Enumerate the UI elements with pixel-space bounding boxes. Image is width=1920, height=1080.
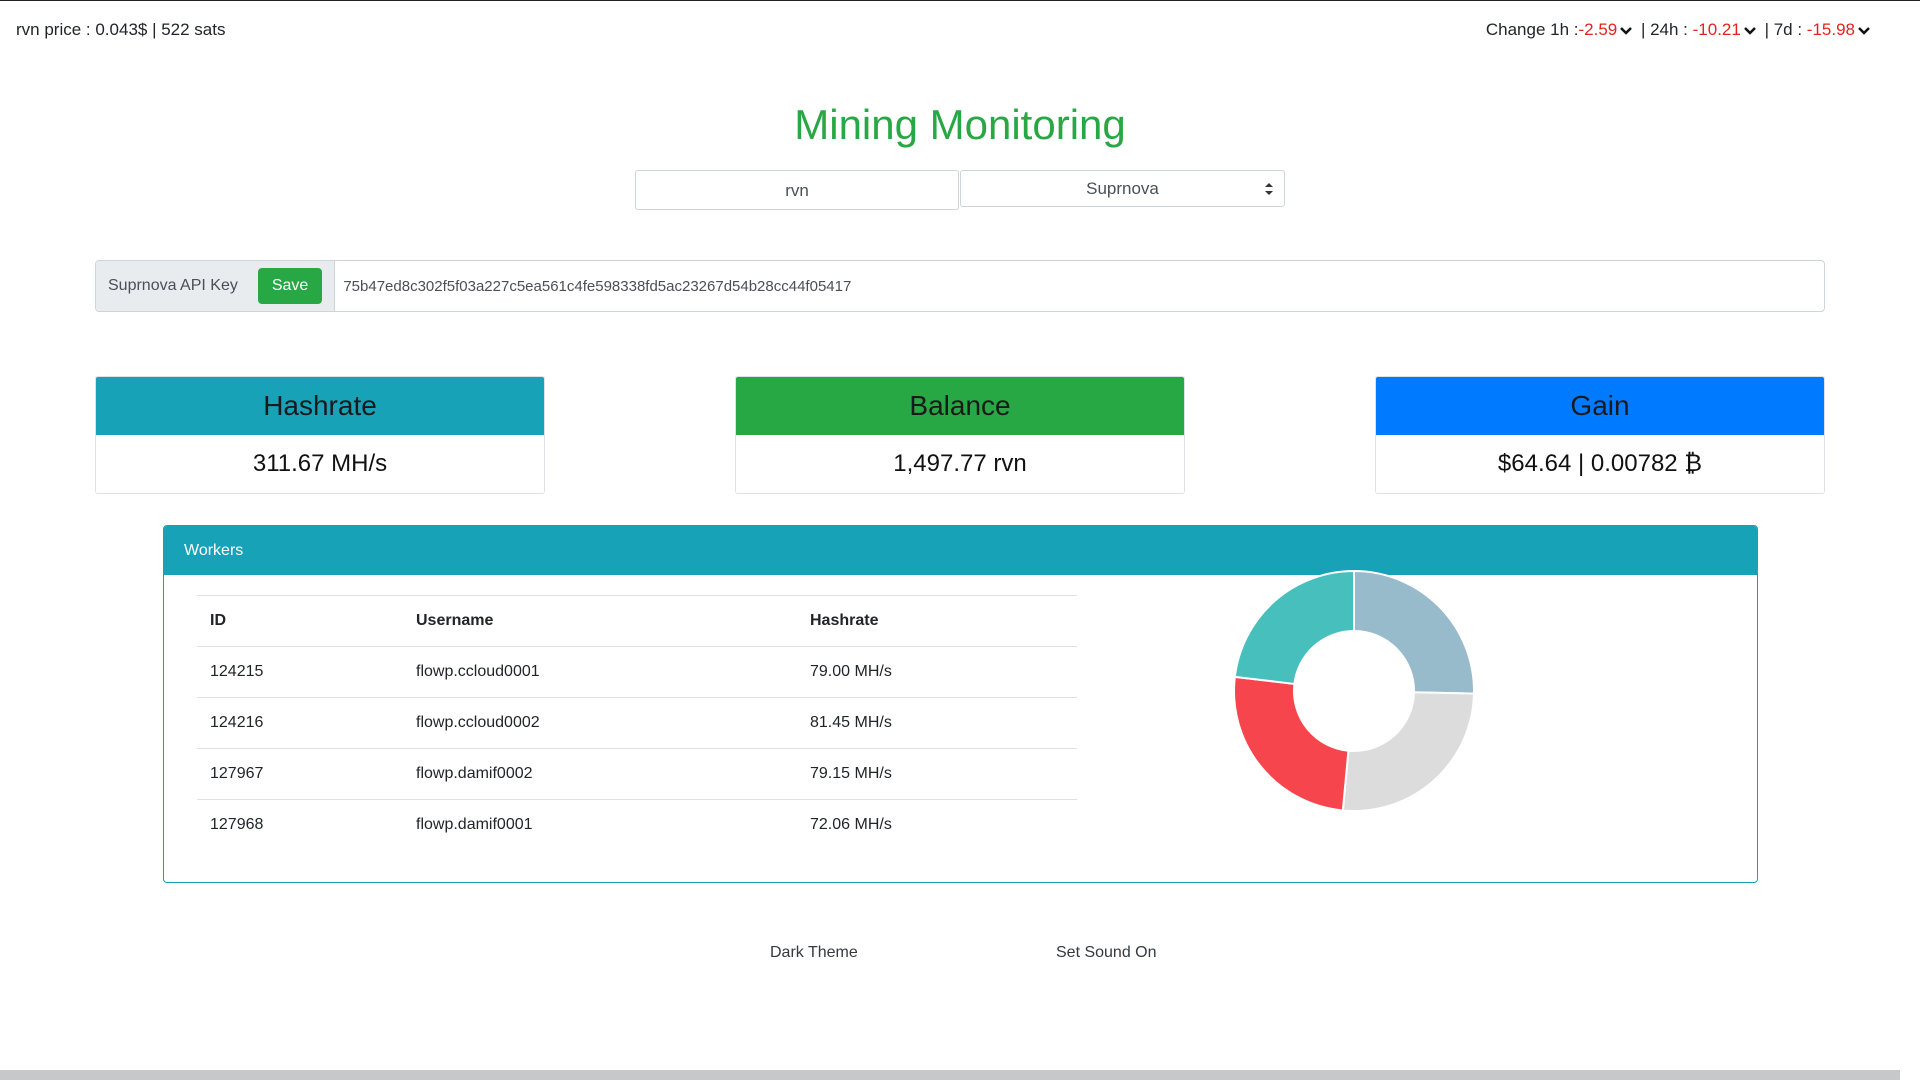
balance-card: Balance 1,497.77 rvn [735,376,1185,494]
workers-header: Workers [164,526,1757,575]
gain-card-value: $64.64 | 0.00782 ₿ [1376,435,1824,493]
api-key-label: Suprnova API Key [108,277,238,294]
gain-card: Gain $64.64 | 0.00782 ₿ [1375,376,1825,494]
hashrate-card-title: Hashrate [96,377,544,435]
worker-id: 127968 [197,799,403,850]
api-key-group: Suprnova API Key Save 75b47ed8c302f5f03a… [95,260,1825,312]
worker-hashrate: 79.00 MH/s [797,646,1077,698]
sound-toggle[interactable]: Set Sound On [1056,944,1157,962]
page-title: Mining Monitoring [794,101,1126,148]
price-text: rvn price : 0.043$ | 522 sats [16,20,226,39]
workers-table: ID Username Hashrate 124215 flowp.ccloud… [197,595,1077,850]
balance-card-title: Balance [736,377,1184,435]
table-header-row: ID Username Hashrate [197,595,1077,647]
workers-donut-chart[interactable] [1224,561,1484,821]
save-button[interactable]: Save [257,268,323,304]
gain-card-title: Gain [1376,377,1824,435]
donut-slice[interactable] [1353,569,1475,695]
hashrate-card-value: 311.67 MH/s [96,435,544,493]
change-label: Change 1h : [1485,20,1579,39]
workers-panel: Workers ID Username Hashrate 124215 flow… [163,525,1758,883]
worker-hashrate: 79.15 MH/s [797,748,1077,800]
change-7d-label: | 7d : [1759,20,1807,39]
worker-username: flowp.damif0002 [403,748,797,800]
top-bar: rvn price : 0.043$ | 522 sats Change 1h … [16,20,1874,44]
chevron-down-icon[interactable] [1742,22,1758,38]
coin-input[interactable]: rvn [635,170,959,210]
api-key-input[interactable]: 75b47ed8c302f5f03a227c5ea561c4fe598338fd… [335,261,1824,311]
change-24h-label: | 24h : [1636,20,1693,39]
table-row: 127968 flowp.damif0001 72.06 MH/s [197,799,1077,850]
change-7d-value: -15.98 [1806,20,1855,39]
balance-card-value: 1,497.77 rvn [736,435,1184,493]
worker-username: flowp.damif0001 [403,799,797,850]
chevron-down-icon[interactable] [1618,22,1634,38]
worker-hashrate: 81.45 MH/s [797,697,1077,749]
column-header-username: Username [403,595,797,647]
column-header-id: ID [197,595,403,647]
table-row: 124215 flowp.ccloud0001 79.00 MH/s [197,646,1077,698]
dark-theme-toggle[interactable]: Dark Theme [770,944,858,962]
table-row: 127967 flowp.damif0002 79.15 MH/s [197,748,1077,800]
price-changes: Change 1h : -2.59 | 24h : -10.21 | 7d : … [1486,20,1874,40]
donut-slice[interactable] [1233,675,1350,812]
pool-select[interactable]: Suprnova [960,170,1285,207]
horizontal-scrollbar[interactable] [0,1070,1900,1080]
chevron-down-icon[interactable] [1856,22,1872,38]
change-24h-value: -10.21 [1692,20,1741,39]
worker-id: 124215 [197,646,403,698]
donut-slice[interactable] [1233,569,1355,686]
worker-id: 127967 [197,748,403,800]
column-header-hashrate: Hashrate [797,595,1077,647]
hashrate-card: Hashrate 311.67 MH/s [95,376,545,494]
table-row: 124216 flowp.ccloud0002 81.45 MH/s [197,697,1077,749]
worker-username: flowp.ccloud0001 [403,646,797,698]
api-key-prepend: Suprnova API Key Save [96,261,336,311]
select-caret-icon [1265,183,1273,195]
worker-id: 124216 [197,697,403,749]
donut-slice[interactable] [1341,691,1475,812]
pool-select-value: Suprnova [1086,179,1159,198]
change-1h-value: -2.59 [1578,20,1618,39]
worker-hashrate: 72.06 MH/s [797,799,1077,850]
worker-username: flowp.ccloud0002 [403,697,797,749]
